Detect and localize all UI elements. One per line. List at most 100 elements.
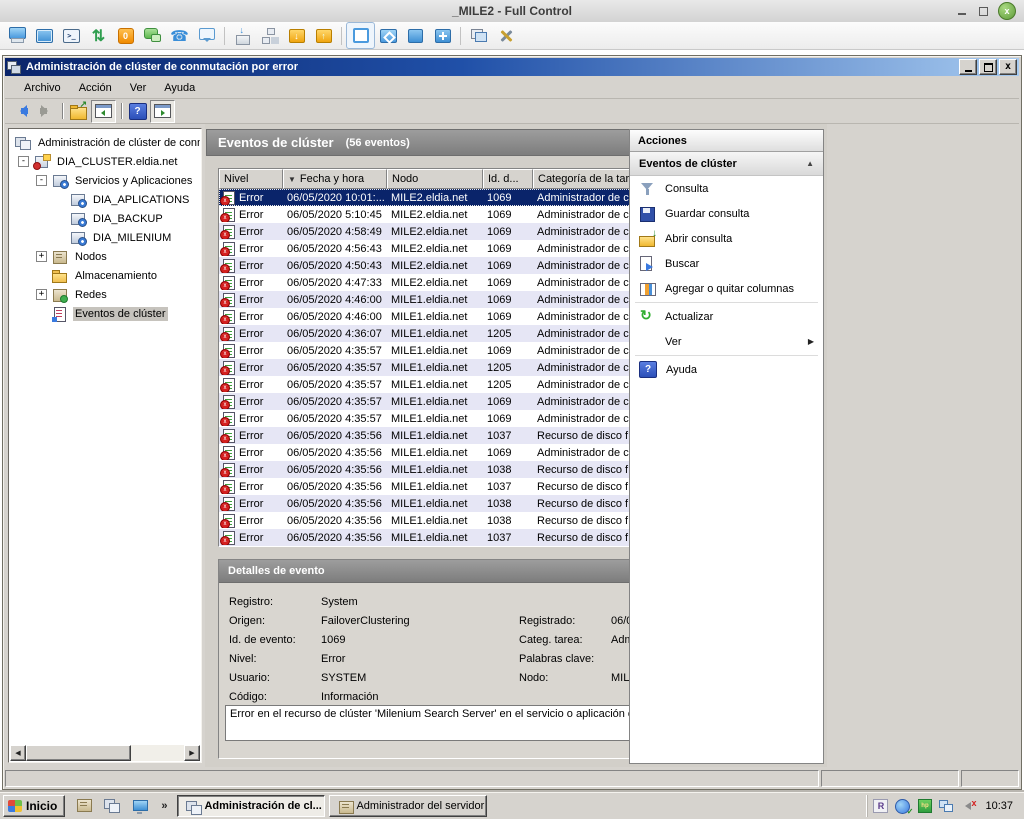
- host-maximize-icon[interactable]: [977, 5, 989, 17]
- scroll-left-button[interactable]: ◀: [10, 745, 26, 761]
- column-header-nivel[interactable]: Nivel: [219, 169, 283, 189]
- console-root-icon: [15, 136, 32, 150]
- fullscreen-icon[interactable]: [31, 23, 58, 48]
- error-icon: [223, 497, 235, 511]
- tree-item-dia-cluster-eldia-net[interactable]: -DIA_CLUSTER.eldia.net: [10, 152, 200, 171]
- tree-item-label: Redes: [73, 288, 109, 302]
- scrollbar-thumb[interactable]: [26, 745, 131, 761]
- tree-item-nodos[interactable]: +Nodos: [10, 247, 200, 266]
- view-fit-icon[interactable]: [375, 23, 402, 48]
- tree-item-redes[interactable]: + Redes: [10, 285, 200, 304]
- terminal-icon[interactable]: [58, 23, 85, 48]
- tray-hp-agent-icon[interactable]: [916, 798, 933, 814]
- event-id: 1069: [483, 260, 533, 272]
- console-tree-icon[interactable]: [91, 100, 116, 123]
- action-actualizar[interactable]: Actualizar: [630, 304, 823, 329]
- tree-expander[interactable]: -: [36, 175, 47, 186]
- tree-expander[interactable]: -: [18, 156, 29, 167]
- detail-field: Usuario:SYSTEM: [229, 668, 509, 687]
- column-header-id-d[interactable]: Id. d...: [483, 169, 533, 189]
- start-button[interactable]: Inicio: [3, 795, 65, 817]
- tree-item-servicios-y-aplicaciones[interactable]: -Servicios y Aplicaciones: [10, 171, 200, 190]
- remote-screen-icon[interactable]: [4, 23, 31, 48]
- minimize-button[interactable]: [959, 59, 977, 75]
- actions-title: Acciones: [630, 130, 823, 152]
- deploy-icon[interactable]: [229, 23, 256, 48]
- switch-windows-icon[interactable]: [465, 23, 492, 48]
- network-hosts-icon[interactable]: [256, 23, 283, 48]
- tree-item-dia-backup[interactable]: DIA_BACKUP: [10, 209, 200, 228]
- field-label: Registro:: [229, 596, 321, 608]
- tray-network-connection-icon[interactable]: [938, 798, 955, 814]
- tree-horizontal-scrollbar[interactable]: ◀ ▶: [10, 745, 200, 761]
- error-icon: [223, 514, 235, 528]
- scroll-right-button[interactable]: ▶: [184, 745, 200, 761]
- scrollbar-track[interactable]: [131, 745, 184, 761]
- column-header-nodo[interactable]: Nodo: [387, 169, 483, 189]
- tree-expander[interactable]: +: [36, 289, 47, 300]
- back-icon[interactable]: [10, 101, 33, 122]
- action-ayuda[interactable]: Ayuda: [630, 357, 823, 382]
- menu-ver[interactable]: Ver: [121, 79, 156, 97]
- quicklaunch-server-manager-icon[interactable]: [73, 795, 95, 817]
- menu-accion[interactable]: Acción: [70, 79, 121, 97]
- menu-ayuda[interactable]: Ayuda: [155, 79, 204, 97]
- message-icon[interactable]: [193, 23, 220, 48]
- view-normal-icon[interactable]: [346, 22, 375, 49]
- collapse-icon[interactable]: ▲: [806, 159, 814, 168]
- tree-item-administracion-de-cluster-de-conmu[interactable]: Administración de clúster de conmu: [10, 133, 200, 152]
- event-datetime: 06/05/2020 4:35:57: [283, 379, 387, 391]
- help-icon[interactable]: [126, 101, 149, 122]
- action-agregar-o-quitar-columnas[interactable]: Agregar o quitar columnas: [630, 276, 823, 301]
- host-close-icon[interactable]: [998, 2, 1016, 20]
- action-pane-icon[interactable]: [150, 100, 175, 123]
- settings-icon[interactable]: [492, 23, 519, 48]
- tray-network-activity-icon[interactable]: [894, 798, 911, 814]
- event-id: 1037: [483, 430, 533, 442]
- chat-icon[interactable]: [139, 23, 166, 48]
- tray-vnc-icon[interactable]: [872, 798, 889, 814]
- actions-group-header[interactable]: Eventos de clúster ▲: [630, 152, 823, 176]
- tree-item-dia-milenium[interactable]: DIA_MILENIUM: [10, 228, 200, 247]
- taskbar-button-administrador-del-servidor[interactable]: Administrador del servidor: [329, 795, 487, 817]
- action-consulta[interactable]: Consulta: [630, 176, 823, 201]
- error-icon: [223, 361, 235, 375]
- tree-item-eventos-de-cluster[interactable]: Eventos de clúster: [10, 304, 200, 323]
- event-node: MILE1.eldia.net: [387, 311, 483, 323]
- view-full-icon[interactable]: [402, 23, 429, 48]
- detail-field: Id. de evento:1069: [229, 630, 509, 649]
- quicklaunch-cluster-manager-icon[interactable]: [101, 795, 123, 817]
- maximize-button[interactable]: [979, 59, 997, 75]
- taskbar-button-administracion-de-cl[interactable]: Administración de cl...: [177, 795, 325, 817]
- action-ver[interactable]: Ver▶: [630, 329, 823, 354]
- download-box-icon[interactable]: [283, 23, 310, 48]
- forward-icon[interactable]: [34, 101, 57, 122]
- file-transfer-icon[interactable]: [85, 23, 112, 48]
- column-header-fecha-y-hora[interactable]: ▼Fecha y hora: [283, 169, 387, 189]
- tree-item-label: Administración de clúster de conmu: [36, 136, 200, 150]
- export-icon[interactable]: [67, 101, 90, 122]
- toolbar-separator: [62, 103, 63, 119]
- tree-expander[interactable]: +: [36, 251, 47, 262]
- tray-volume-muted-icon[interactable]: [960, 798, 977, 814]
- event-level: Error: [239, 294, 263, 306]
- upload-box-icon[interactable]: [310, 23, 337, 48]
- field-label: Nodo:: [519, 672, 611, 684]
- voice-call-icon[interactable]: [166, 23, 193, 48]
- event-node: MILE1.eldia.net: [387, 362, 483, 374]
- error-icon: [223, 395, 235, 409]
- quicklaunch-show-desktop-icon[interactable]: [129, 795, 151, 817]
- event-datetime: 06/05/2020 4:35:57: [283, 413, 387, 425]
- tree-item-almacenamiento[interactable]: Almacenamiento: [10, 266, 200, 285]
- quick-launch-overflow-chevron[interactable]: »: [161, 800, 167, 812]
- power-icon[interactable]: [112, 23, 139, 48]
- tree-item-dia-aplications[interactable]: DIA_APLICATIONS: [10, 190, 200, 209]
- close-button[interactable]: [999, 59, 1017, 75]
- action-guardar-consulta[interactable]: Guardar consulta: [630, 201, 823, 226]
- host-minimize-icon[interactable]: [956, 5, 968, 17]
- action-abrir-consulta[interactable]: Abrir consulta: [630, 226, 823, 251]
- view-scale-icon[interactable]: [429, 23, 456, 48]
- action-buscar[interactable]: Buscar: [630, 251, 823, 276]
- networks-icon: [52, 288, 69, 302]
- menu-archivo[interactable]: Archivo: [15, 79, 70, 97]
